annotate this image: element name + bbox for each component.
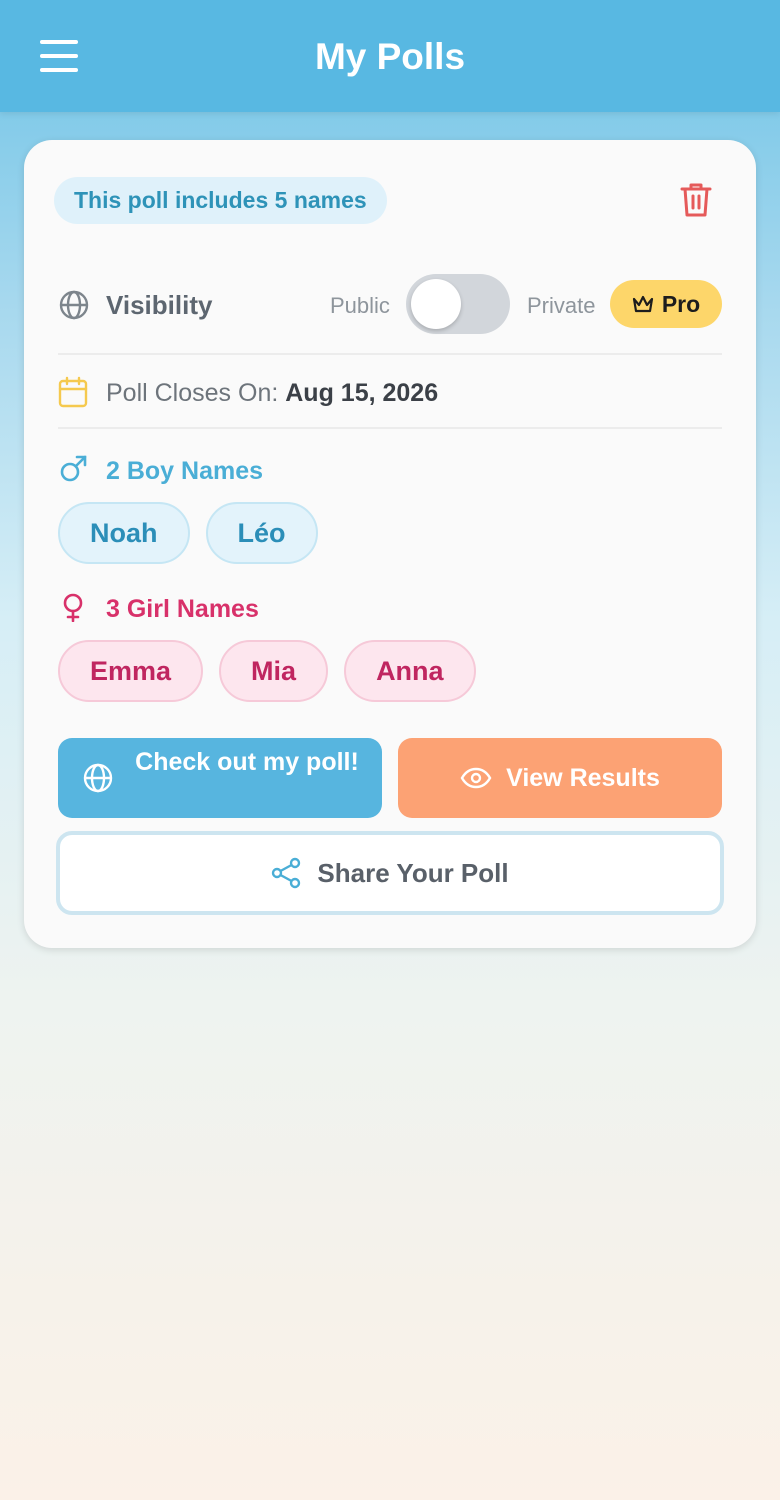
divider	[58, 353, 722, 355]
calendar-icon	[58, 376, 88, 408]
poll-close-row: Poll Closes On: Aug 15, 2026	[58, 374, 722, 414]
toggle-knob	[411, 279, 461, 329]
girl-names-heading: 3 Girl Names	[106, 595, 259, 623]
globe-icon	[83, 763, 113, 793]
poll-card: This poll includes 5 names Visibility Pu…	[24, 140, 756, 948]
private-label: Private	[527, 293, 596, 318]
share-poll-label: Share Your Poll	[317, 857, 509, 888]
boy-names-list: Noah Léo	[58, 502, 318, 564]
visibility-toggle[interactable]	[406, 274, 510, 334]
boy-name-chip: Noah	[58, 502, 190, 564]
eye-icon	[460, 767, 492, 789]
globe-icon	[59, 290, 89, 320]
visibility-row: Visibility Public Private Pro	[58, 274, 722, 334]
view-results-button[interactable]: View Results	[398, 738, 722, 818]
girl-name-chip: Emma	[58, 640, 204, 702]
check-out-poll-label: Check out my poll!	[135, 748, 359, 776]
boy-name-chip: Léo	[205, 502, 318, 564]
pro-badge[interactable]: Pro	[610, 280, 722, 328]
page-title: My Polls	[314, 36, 466, 77]
check-out-poll-button[interactable]: Check out my poll!	[58, 738, 382, 818]
share-icon	[272, 857, 301, 889]
poll-close-date: Aug 15, 2026	[285, 379, 439, 407]
trash-icon[interactable]	[680, 182, 712, 218]
name-count-badge: This poll includes 5 names	[54, 177, 387, 224]
poll-close-text: Poll Closes On: Aug 15, 2026	[106, 379, 438, 408]
view-results-label: View Results	[506, 763, 660, 792]
boy-names-heading: 2 Boy Names	[106, 457, 264, 485]
girl-names-list: Emma Mia Anna	[58, 640, 476, 702]
share-poll-button[interactable]: Share Your Poll	[56, 831, 724, 915]
public-label: Public	[330, 293, 390, 318]
girl-name-chip: Mia	[219, 640, 329, 702]
female-symbol-icon	[63, 593, 83, 622]
visibility-label: Visibility	[106, 290, 213, 320]
male-symbol-icon	[60, 455, 87, 482]
divider	[58, 427, 722, 429]
app-bar: My Polls	[0, 0, 780, 112]
girl-name-chip: Anna	[344, 640, 476, 702]
crown-icon	[632, 295, 653, 313]
pro-label: Pro	[661, 290, 701, 317]
poll-close-label: Poll Closes On:	[106, 379, 286, 407]
